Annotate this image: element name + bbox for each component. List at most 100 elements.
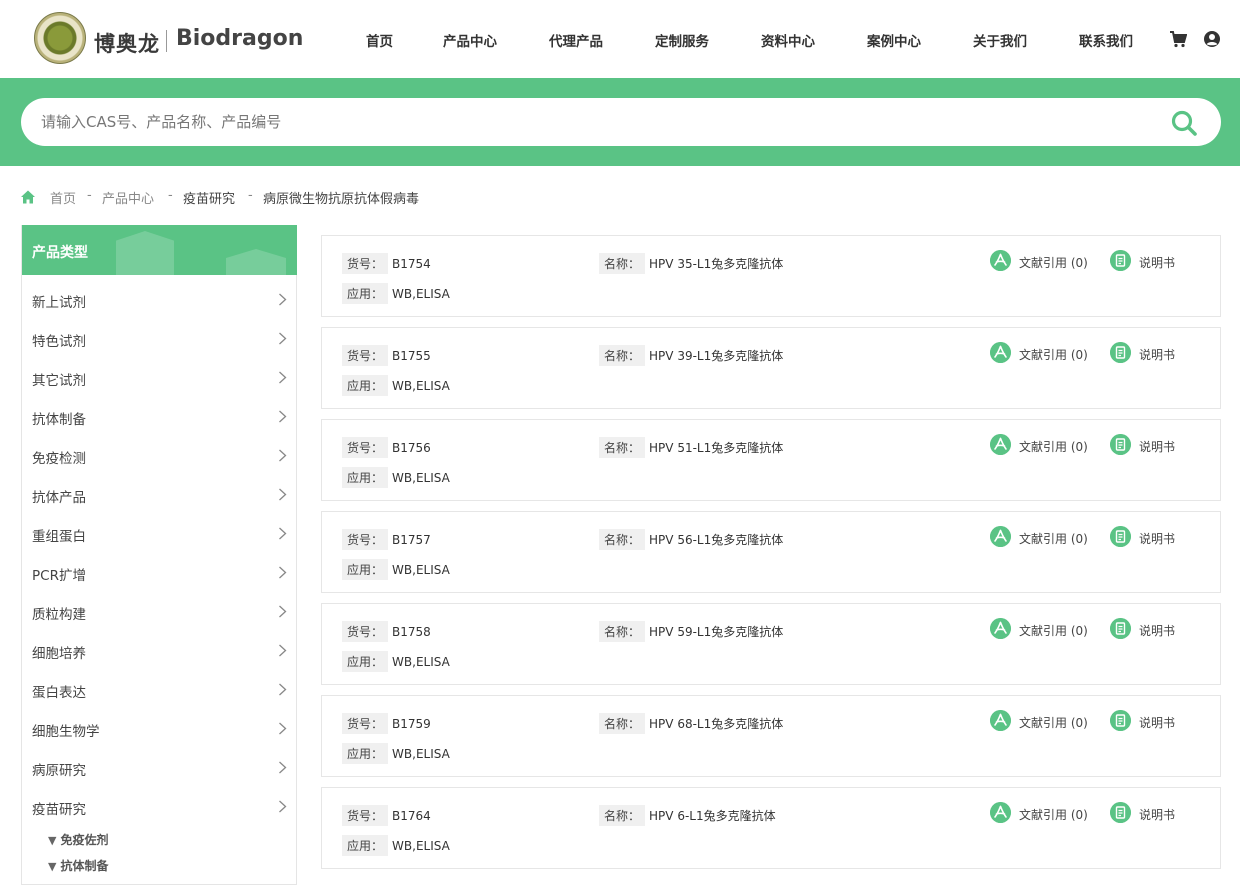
sidebar-item[interactable]: 病原研究 (22, 748, 297, 787)
product-code: 货号： B1757 (342, 529, 431, 550)
search-band (0, 78, 1240, 166)
pdf-icon (990, 250, 1011, 271)
product-name-value[interactable]: HPV 68-L1兔多克隆抗体 (649, 717, 783, 731)
application-label: 应用： (342, 835, 389, 856)
sidebar-item-label: 病原研究 (32, 763, 86, 779)
cart-icon[interactable] (1169, 30, 1187, 48)
sidebar-item[interactable]: 质粒构建 (22, 592, 297, 631)
sidebar-subitem-adjuvant[interactable]: ▼ 免疫佐剂 (48, 831, 108, 848)
product-name-value[interactable]: HPV 6-L1兔多克隆抗体 (649, 809, 776, 823)
chevron-right-icon (279, 371, 287, 384)
application-label: 应用： (342, 283, 389, 304)
product-name-value[interactable]: HPV 35-L1兔多克隆抗体 (649, 257, 783, 271)
application-label: 应用： (342, 375, 389, 396)
breadcrumb-home[interactable]: 首页 (50, 188, 76, 207)
home-icon[interactable] (20, 189, 36, 205)
product-code-value[interactable]: B1755 (392, 349, 431, 363)
nav-custom-service[interactable]: 定制服务 (655, 30, 709, 50)
biodragon-logo[interactable] (34, 12, 86, 64)
product-name-value[interactable]: HPV 56-L1兔多克隆抗体 (649, 533, 783, 547)
sidebar-item[interactable]: 重组蛋白 (22, 514, 297, 553)
search-input[interactable] (41, 110, 1141, 134)
sidebar-subitem-antibody-prep[interactable]: ▼ 抗体制备 (48, 857, 108, 874)
brand-name-en[interactable]: Biodragon (176, 26, 303, 51)
product-application-value: WB,ELISA (392, 379, 450, 393)
sidebar-item[interactable]: 抗体产品 (22, 475, 297, 514)
product-application-value: WB,ELISA (392, 655, 450, 669)
product-card: 货号： B1764 名称： HPV 6-L1兔多克隆抗体 应用： WB,ELISA 文献引用… (321, 787, 1221, 869)
nav-agency-products[interactable]: 代理产品 (549, 30, 603, 50)
sidebar-item-label: 新上试剂 (32, 295, 86, 311)
nav-home[interactable]: 首页 (366, 30, 393, 50)
breadcrumb-vaccine-research[interactable]: 疫苗研究 (183, 188, 235, 207)
pdf-icon (990, 710, 1011, 731)
breadcrumb-products[interactable]: 产品中心 (102, 188, 154, 207)
application-label: 应用： (342, 467, 389, 488)
pdf-icon (990, 434, 1011, 455)
sidebar-header-decoration (116, 231, 174, 275)
product-code-value[interactable]: B1756 (392, 441, 431, 455)
product-code: 货号： B1764 (342, 805, 431, 826)
breadcrumb-separator: - (168, 188, 173, 203)
pdf-icon (990, 526, 1011, 547)
sidebar-item-label: 重组蛋白 (32, 529, 86, 545)
product-application-value: WB,ELISA (392, 563, 450, 577)
chevron-right-icon (279, 644, 287, 657)
product-name-value[interactable]: HPV 59-L1兔多克隆抗体 (649, 625, 783, 639)
product-name-value[interactable]: HPV 51-L1兔多克隆抗体 (649, 441, 783, 455)
product-application-value: WB,ELISA (392, 839, 450, 853)
sidebar-item[interactable]: 细胞生物学 (22, 709, 297, 748)
chevron-right-icon (279, 488, 287, 501)
sidebar-item[interactable]: 疫苗研究 (22, 787, 297, 826)
manual-label: 说明书 (1139, 716, 1176, 730)
user-icon[interactable] (1203, 30, 1221, 48)
sidebar-item[interactable]: 其它试剂 (22, 358, 297, 397)
sidebar-item[interactable]: 新上试剂 (22, 280, 297, 319)
sidebar-item-label: 免疫检测 (32, 451, 86, 467)
nav-about[interactable]: 关于我们 (973, 30, 1027, 50)
sidebar-item[interactable]: 免疫检测 (22, 436, 297, 475)
product-card: 货号： B1759 名称： HPV 68-L1兔多克隆抗体 应用： WB,ELISA 文献引… (321, 695, 1221, 777)
product-code-value[interactable]: B1757 (392, 533, 431, 547)
sidebar-subitem-label: 抗体制备 (60, 859, 109, 873)
nav-products[interactable]: 产品中心 (443, 30, 497, 50)
product-card: 货号： B1757 名称： HPV 56-L1兔多克隆抗体 应用： WB,ELISA 文献引… (321, 511, 1221, 593)
product-name: 名称： HPV 39-L1兔多克隆抗体 (599, 345, 783, 366)
chevron-right-icon (279, 410, 287, 423)
sidebar-item-label: 特色试剂 (32, 334, 86, 350)
brand-name-cn[interactable]: 博奥龙 (94, 28, 160, 58)
document-icon (1110, 618, 1131, 639)
document-icon (1110, 250, 1131, 271)
manual-label: 说明书 (1139, 256, 1176, 270)
sidebar-item[interactable]: 蛋白表达 (22, 670, 297, 709)
citation-label: 文献引用 (0) (1019, 440, 1088, 454)
sidebar-item[interactable]: 抗体制备 (22, 397, 297, 436)
document-icon (1110, 802, 1131, 823)
code-label: 货号： (342, 253, 389, 274)
product-application: 应用： WB,ELISA (342, 743, 450, 764)
product-code-value[interactable]: B1764 (392, 809, 431, 823)
citation-label: 文献引用 (0) (1019, 808, 1088, 822)
sidebar-item[interactable]: PCR扩增 (22, 553, 297, 592)
product-code-value[interactable]: B1754 (392, 257, 431, 271)
document-icon (1110, 434, 1131, 455)
sidebar-item[interactable]: 细胞培养 (22, 631, 297, 670)
chevron-right-icon (279, 566, 287, 579)
product-code-value[interactable]: B1758 (392, 625, 431, 639)
sidebar-item-label: 细胞生物学 (32, 724, 100, 740)
product-code-value[interactable]: B1759 (392, 717, 431, 731)
nav-resources[interactable]: 资料中心 (761, 30, 815, 50)
product-card: 货号： B1755 名称： HPV 39-L1兔多克隆抗体 应用： WB,ELISA 文献引… (321, 327, 1221, 409)
code-label: 货号： (342, 529, 389, 550)
sidebar-item[interactable]: 特色试剂 (22, 319, 297, 358)
name-label: 名称： (599, 621, 646, 642)
code-label: 货号： (342, 345, 389, 366)
pdf-icon (990, 802, 1011, 823)
nav-contact[interactable]: 联系我们 (1079, 30, 1133, 50)
nav-cases[interactable]: 案例中心 (867, 30, 921, 50)
chevron-right-icon (279, 605, 287, 618)
product-name-value[interactable]: HPV 39-L1兔多克隆抗体 (649, 349, 783, 363)
product-card: 货号： B1754 名称： HPV 35-L1兔多克隆抗体 应用： WB,ELISA 文献引… (321, 235, 1221, 317)
sidebar-item-label: 抗体产品 (32, 490, 86, 506)
search-icon[interactable] (1170, 109, 1198, 137)
